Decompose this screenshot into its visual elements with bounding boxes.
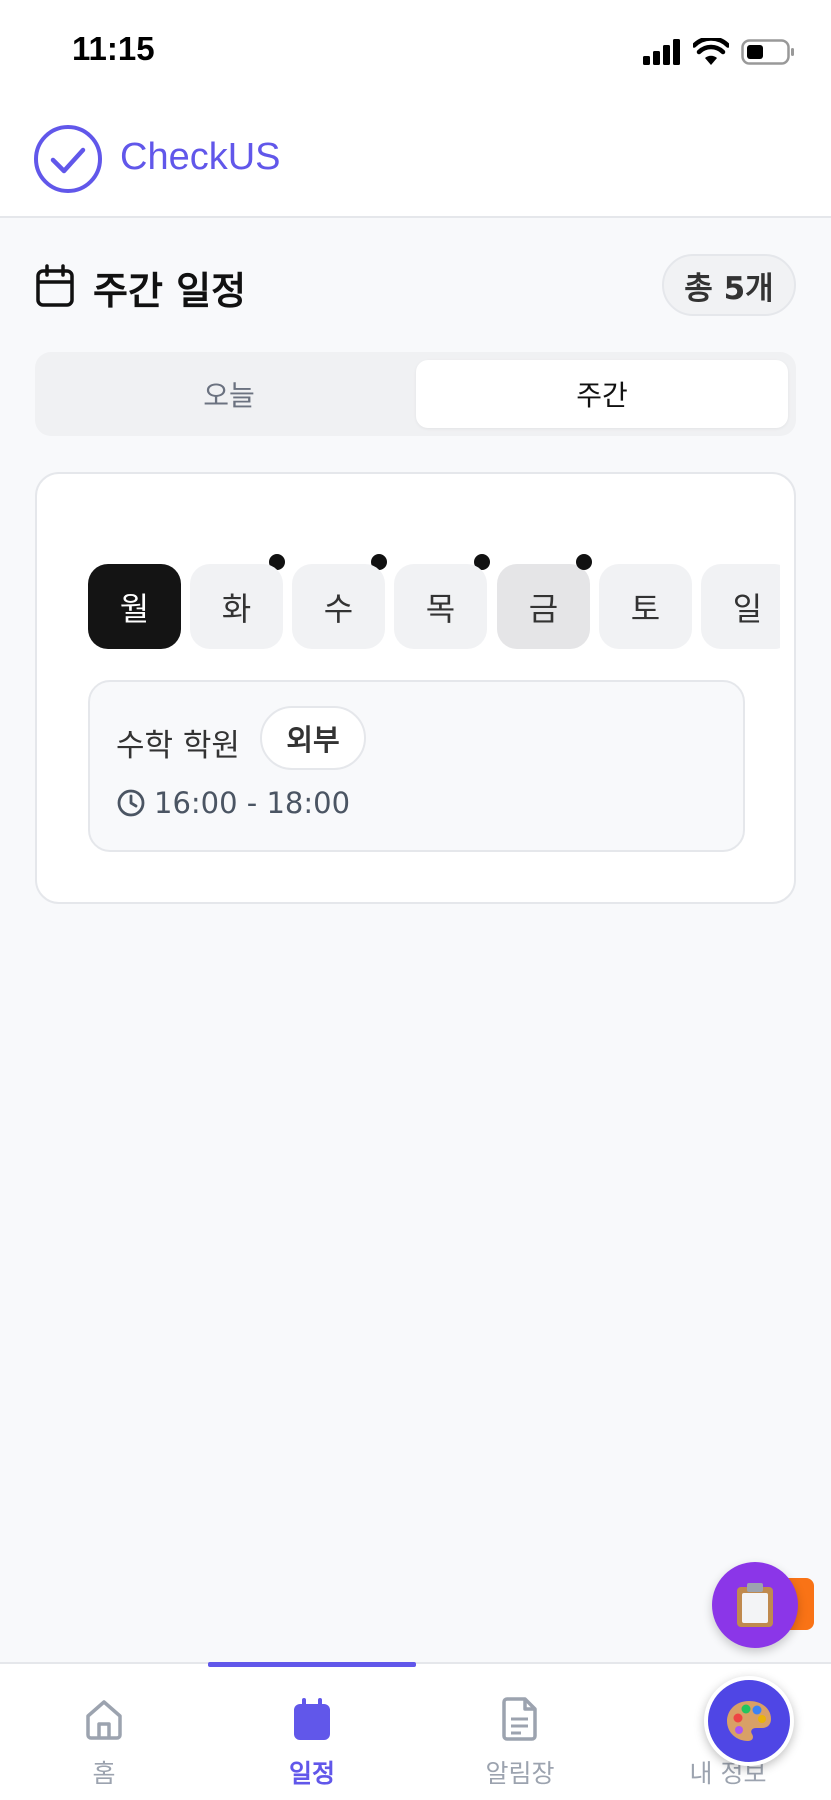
day-chip-mon[interactable]: 월 <box>88 564 181 649</box>
brand-name[interactable]: CheckUS <box>120 136 281 179</box>
status-icons <box>643 38 795 66</box>
document-icon <box>502 1697 537 1741</box>
day-chip-tue[interactable]: 화 <box>190 564 283 649</box>
event-type-badge: 외부 <box>260 706 366 770</box>
status-time: 11:15 <box>72 30 155 67</box>
day-chip-sun[interactable]: 일 <box>701 564 780 649</box>
nav-item-schedule[interactable]: 일정 <box>208 1664 416 1800</box>
wifi-icon <box>693 38 729 65</box>
event-time: 16:00 - 18:00 <box>154 786 351 820</box>
calendar-icon <box>294 1698 330 1740</box>
nav-label-notice: 알림장 <box>485 1759 555 1788</box>
clock-icon <box>117 789 145 817</box>
day-chip-sat[interactable]: 토 <box>599 564 692 649</box>
theme-fab-button[interactable] <box>704 1676 794 1766</box>
tab-weekly[interactable]: 주간 <box>416 360 788 428</box>
day-chip-fri[interactable]: 금 <box>497 564 590 649</box>
clipboard-icon <box>737 1583 773 1627</box>
home-icon <box>86 1700 122 1740</box>
tab-today[interactable]: 오늘 <box>43 360 415 428</box>
calendar-icon <box>36 264 74 307</box>
nav-item-home[interactable]: 홈 <box>0 1664 208 1800</box>
nav-label-schedule: 일정 <box>288 1759 335 1788</box>
page-title: 주간 일정 <box>93 269 247 313</box>
nav-item-notice[interactable]: 알림장 <box>416 1664 624 1800</box>
app-header: CheckUS <box>0 100 831 218</box>
event-time-row: 16:00 - 18:00 <box>116 786 350 820</box>
battery-icon <box>741 39 794 65</box>
status-bar: 11:15 <box>0 0 831 100</box>
day-chip-thu[interactable]: 목 <box>394 564 487 649</box>
palette-icon <box>727 1701 771 1741</box>
schedule-count-badge: 총 5개 <box>662 254 796 316</box>
nav-label-home: 홈 <box>92 1759 116 1788</box>
check-circle-logo-icon <box>34 125 102 193</box>
event-item[interactable]: 수학 학원 외부 16:00 - 18:00 <box>88 680 745 852</box>
event-title: 수학 학원 <box>116 728 240 764</box>
cellular-signal-icon <box>643 39 680 65</box>
view-toggle: 오늘 주간 <box>35 352 796 436</box>
event-dot <box>576 554 592 570</box>
task-fab-button[interactable] <box>712 1562 798 1648</box>
app-screen: 11:15 CheckUS 주간 일정 총 5개 오늘 주간 월 화 수 목 금… <box>0 0 831 1800</box>
weekly-schedule-card: 월 화 수 목 금 토 일 수학 학원 외부 16:00 - 18:00 <box>35 472 796 904</box>
day-selector: 월 화 수 목 금 토 일 <box>88 540 780 660</box>
day-chip-wed[interactable]: 수 <box>292 564 385 649</box>
